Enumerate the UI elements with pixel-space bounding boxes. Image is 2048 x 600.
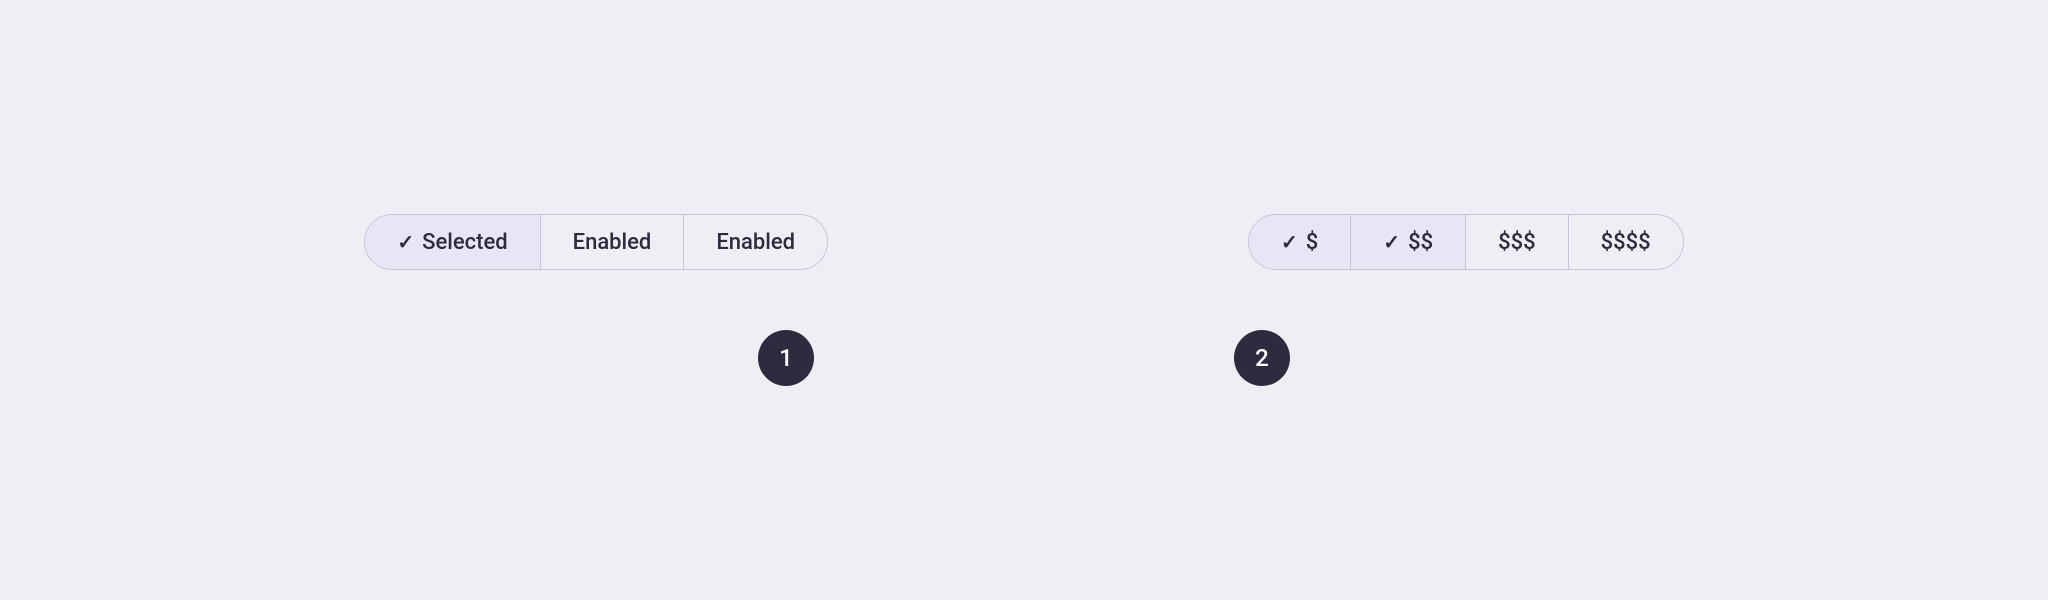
badge-2: 2 [1234,330,1290,386]
page-container: ✓ Selected Enabled Enabled ✓ $ ✓ $$ $$$ [0,0,2048,600]
segment-enabled-1[interactable]: Enabled [541,215,685,269]
segmented-group-1: ✓ Selected Enabled Enabled [364,214,828,270]
segment-enabled-2-label: Enabled [716,230,795,255]
segment-dollar-3[interactable]: $$$ [1466,215,1569,269]
groups-row: ✓ Selected Enabled Enabled ✓ $ ✓ $$ $$$ [364,214,1683,270]
numbers-row: 1 2 [758,330,1290,386]
segment-selected[interactable]: ✓ Selected [365,215,540,269]
segmented-group-2: ✓ $ ✓ $$ $$$ $$$$ [1248,214,1684,270]
badge-1-label: 1 [779,344,793,372]
check-icon-3: ✓ [1383,230,1400,254]
segment-dollar-3-label: $$$ [1498,230,1536,255]
segment-dollar-1-label: $ [1306,230,1319,255]
check-icon-2: ✓ [1281,230,1298,254]
segment-dollar-1[interactable]: ✓ $ [1249,215,1351,269]
segment-dollar-2-label: $$ [1408,230,1433,255]
segment-dollar-2[interactable]: ✓ $$ [1351,215,1466,269]
segment-dollar-4-label: $$$$ [1601,230,1651,255]
check-icon-1: ✓ [397,230,414,254]
segment-enabled-2[interactable]: Enabled [684,215,827,269]
badge-2-label: 2 [1255,344,1269,372]
badge-1: 1 [758,330,814,386]
segment-enabled-1-label: Enabled [573,230,652,255]
segment-dollar-4[interactable]: $$$$ [1569,215,1683,269]
segment-selected-label: Selected [422,230,508,255]
